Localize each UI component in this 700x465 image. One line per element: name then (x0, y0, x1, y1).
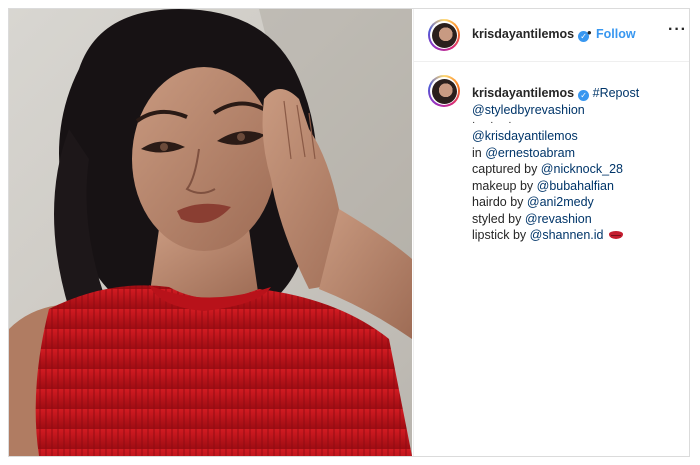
repost-mention[interactable]: @styledbyrevashion (472, 102, 682, 119)
caption-line: hairdo by @ani2medy (472, 194, 682, 211)
header-username[interactable]: krisdayantilemos ✓ (472, 27, 590, 42)
avatar-image (431, 22, 457, 48)
caption-mention[interactable]: @nicknock_28 (541, 162, 623, 176)
caption-line: lipstick by @shannen.id (472, 227, 682, 244)
caption-mention[interactable]: @ani2medy (527, 195, 594, 209)
avatar-border (430, 77, 458, 105)
caption-first-line: krisdayantilemos ✓ #Repost (472, 85, 682, 102)
caption-prefix: captured by (472, 162, 541, 176)
more-options-icon[interactable]: ··· (668, 21, 687, 39)
post-photo[interactable] (9, 9, 412, 456)
instagram-post: krisdayantilemos ✓ • Follow ··· krisdayan… (8, 8, 690, 457)
header-username-text[interactable]: krisdayantilemos (472, 27, 574, 41)
caption-prefix: lipstick by (472, 228, 530, 242)
caption-line: styled by @revashion (472, 211, 682, 228)
caption-line: captured by @nicknock_28 (472, 161, 682, 178)
caption-mention[interactable]: @krisdayantilemos (472, 129, 578, 143)
dots-separator: · · · (472, 117, 518, 128)
lips-emoji-icon (608, 231, 623, 239)
caption-line: in @ernestoabram (472, 145, 682, 162)
caption-prefix: hairdo by (472, 195, 527, 209)
post-side-panel: krisdayantilemos ✓ • Follow ··· krisdayan… (413, 9, 689, 456)
caption-mention[interactable]: @shannen.id (530, 228, 604, 242)
caption-avatar[interactable] (428, 75, 460, 107)
portrait-image (9, 9, 412, 456)
avatar-image (431, 78, 457, 104)
caption-mention[interactable]: @bubahalfian (537, 179, 614, 193)
caption-mention[interactable]: @ernestoabram (485, 146, 575, 160)
caption-mention[interactable]: @revashion (525, 212, 592, 226)
header-avatar[interactable] (428, 19, 460, 51)
follow-button[interactable]: Follow (596, 27, 636, 41)
header-separator: • (587, 25, 592, 40)
caption-prefix: styled by (472, 211, 525, 226)
post-header: krisdayantilemos ✓ • Follow ··· (414, 9, 689, 62)
repost-hashtag[interactable]: #Repost (593, 86, 640, 100)
caption-username[interactable]: krisdayantilemos (472, 86, 574, 100)
verified-badge-icon: ✓ (578, 90, 590, 101)
avatar-border (430, 21, 458, 49)
caption-prefix: in (472, 145, 486, 160)
caption-prefix: makeup by (472, 178, 537, 193)
caption-text: krisdayantilemos ✓ #Repost @styledbyrevas… (472, 85, 682, 244)
caption-line: @krisdayantilemos (472, 128, 682, 145)
caption-line: makeup by @bubahalfian (472, 178, 682, 195)
